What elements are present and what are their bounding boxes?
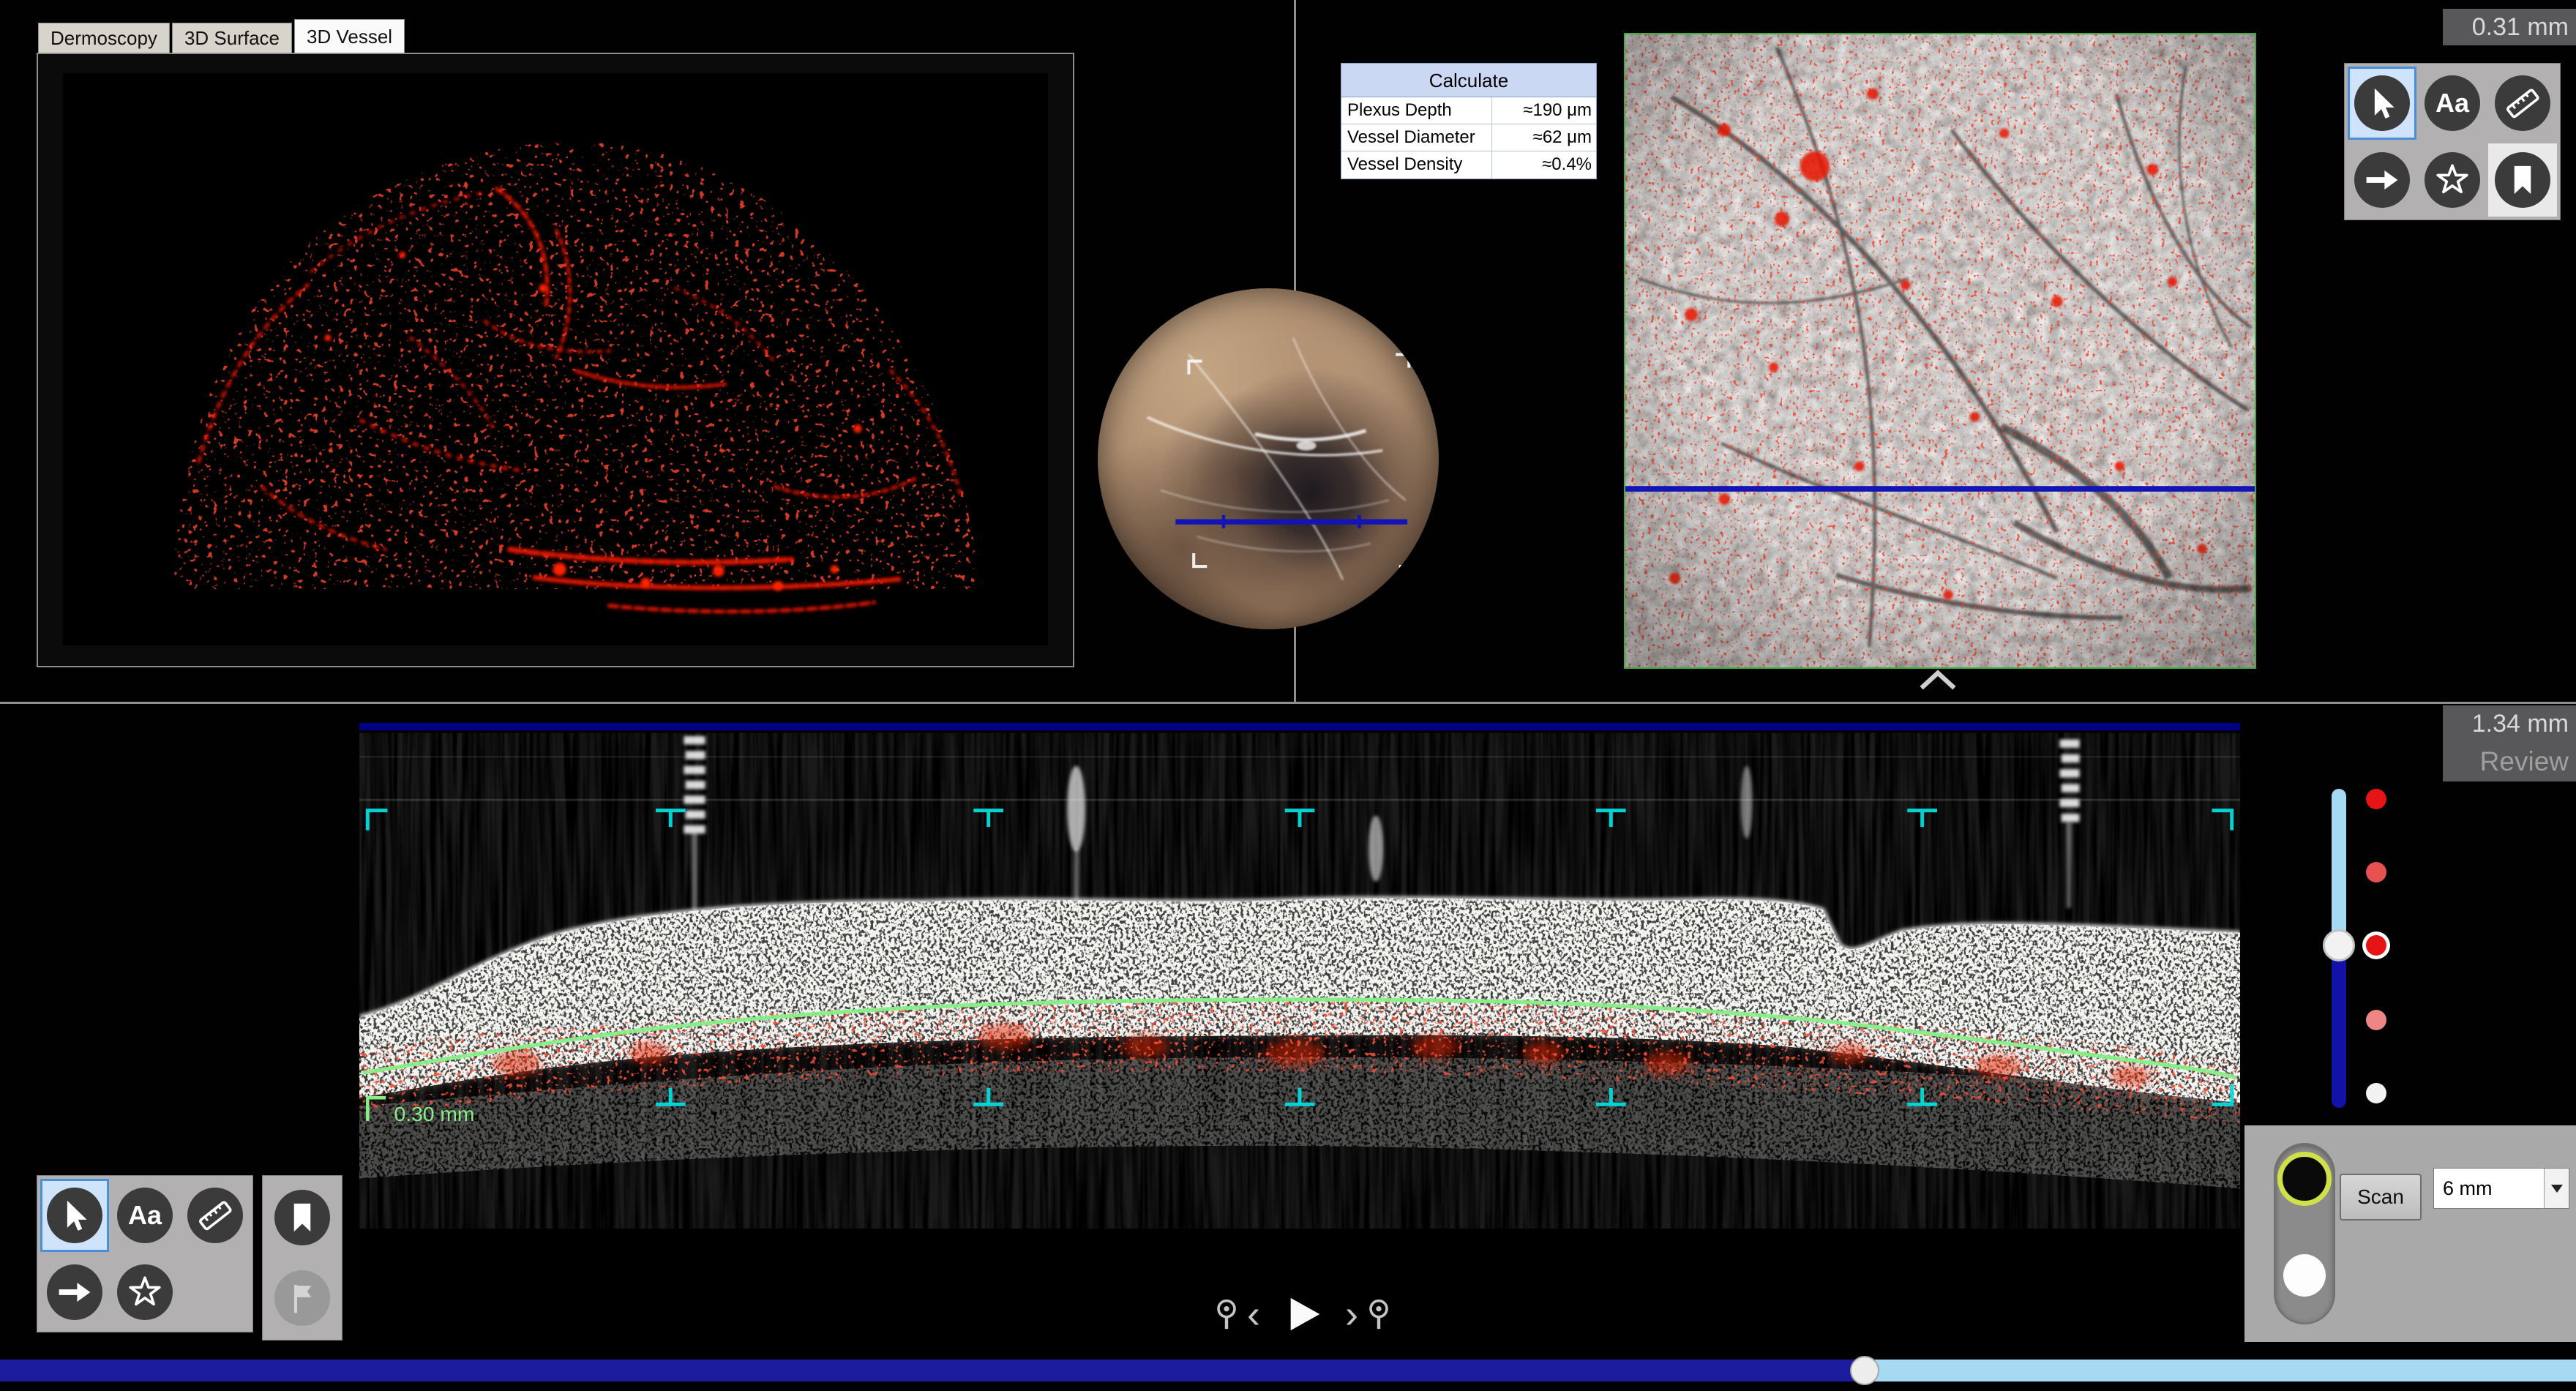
- prev-chevron: ‹: [1247, 1294, 1260, 1334]
- toolbar-spacer: [181, 1256, 250, 1329]
- enface-view[interactable]: [1624, 33, 2256, 669]
- collapse-panel-button[interactable]: [1917, 667, 1958, 692]
- tab-3d-surface[interactable]: 3D Surface: [172, 23, 292, 53]
- frame-marker-dot[interactable]: [2366, 935, 2386, 956]
- chevron-up-icon: [1917, 667, 1958, 692]
- arrow-annotation-button[interactable]: [40, 1256, 109, 1329]
- position-scrollbar-filled[interactable]: [0, 1360, 1865, 1381]
- bookmark-icon: [2495, 152, 2550, 208]
- star-tool-button[interactable]: [2418, 143, 2487, 217]
- next-chevron: ›: [1345, 1294, 1358, 1334]
- pointer-tool-button[interactable]: [2348, 67, 2416, 140]
- toggle-inactive-option[interactable]: [2283, 1254, 2326, 1297]
- table-row: Vessel Diameter ≈62 μm: [1341, 124, 1596, 151]
- enface-scan-line[interactable]: [1625, 486, 2255, 492]
- arrow-icon: [2354, 152, 2410, 208]
- measurement-table: Calculate Plexus Depth ≈190 μm Vessel Di…: [1341, 63, 1597, 179]
- enface-scale-label: 0.31 mm: [2443, 9, 2576, 45]
- text-annotation-icon: Aa: [2425, 75, 2480, 131]
- ruler-icon: [2495, 75, 2550, 131]
- oct-dermoscopy-workstation: { "colors": { "accent_selected": "#cfe4f…: [0, 0, 2576, 1391]
- scan-button[interactable]: Scan: [2340, 1174, 2422, 1221]
- star-icon: [2425, 152, 2480, 208]
- text-annotation-button[interactable]: Aa: [2418, 67, 2487, 140]
- ruler-tool-button[interactable]: [2488, 67, 2557, 140]
- table-row: Vessel Density ≈0.4%: [1341, 151, 1596, 179]
- pointer-icon: [47, 1188, 102, 1243]
- ruler-icon: [187, 1188, 243, 1243]
- star-icon: [117, 1264, 173, 1320]
- frame-slider-thumb[interactable]: [2323, 929, 2355, 961]
- dermoscopy-preview[interactable]: [1098, 288, 1439, 629]
- playback-controls: ‹ ›: [1171, 1285, 1434, 1343]
- text-annotation-icon: Aa: [117, 1188, 173, 1243]
- bscan-scale-label: 1.34 mm: [2443, 705, 2576, 742]
- metric-value: ≈62 μm: [1492, 124, 1596, 151]
- prev-marker-button[interactable]: ‹: [1210, 1294, 1260, 1334]
- flag-tool-button-disabled: [266, 1259, 339, 1337]
- pointer-tool-button[interactable]: [40, 1179, 109, 1252]
- bookmark-toolbar: [262, 1175, 342, 1341]
- bscan-toolbar: Aa: [37, 1175, 253, 1332]
- frame-marker-dot[interactable]: [2366, 789, 2386, 809]
- horizontal-divider: [0, 702, 2576, 704]
- bscan-view[interactable]: 0.30 mm: [359, 723, 2240, 1354]
- bookmark-tool-button[interactable]: [2488, 143, 2557, 217]
- pin-icon: [1363, 1295, 1395, 1333]
- table-row: Plexus Depth ≈190 μm: [1341, 97, 1596, 124]
- toggle-active-option[interactable]: [2277, 1152, 2332, 1206]
- scan-mode-toggle[interactable]: [2274, 1143, 2335, 1324]
- pointer-icon: [2354, 75, 2410, 131]
- dropdown-arrow-icon: [2551, 1185, 2563, 1193]
- next-marker-button[interactable]: ›: [1345, 1294, 1395, 1334]
- scan-length-select[interactable]: 6 mm: [2433, 1168, 2569, 1209]
- viewer-tab-strip: Dermoscopy 3D Surface 3D Vessel: [38, 19, 407, 53]
- frame-marker-dot[interactable]: [2366, 1010, 2386, 1030]
- frame-marker-dot[interactable]: [2366, 862, 2386, 882]
- dermoscopy-scan-line[interactable]: [1175, 515, 1407, 528]
- pin-icon: [1210, 1295, 1243, 1333]
- text-annotation-button[interactable]: Aa: [111, 1179, 179, 1252]
- depth-scale-label: 0.30 mm: [394, 1102, 475, 1125]
- vessel-3d-view[interactable]: [63, 73, 1048, 645]
- bookmark-tool-button[interactable]: [266, 1179, 339, 1256]
- star-tool-button[interactable]: [111, 1256, 179, 1329]
- bookmark-icon: [274, 1190, 330, 1245]
- tab-dermoscopy[interactable]: Dermoscopy: [38, 23, 170, 53]
- metric-value: ≈190 μm: [1492, 97, 1596, 124]
- fov-corner-markers: [1188, 354, 1412, 566]
- hair-glare-strokes: [1147, 338, 1406, 580]
- play-button[interactable]: [1282, 1294, 1323, 1335]
- metric-value: ≈0.4%: [1492, 151, 1596, 179]
- scan-length-value: 6 mm: [2443, 1177, 2493, 1200]
- dropdown-button[interactable]: [2544, 1169, 2569, 1208]
- flag-icon: [274, 1270, 330, 1326]
- enface-toolbar: Aa: [2344, 63, 2561, 220]
- scan-control-panel: Scan 6 mm: [2244, 1125, 2576, 1342]
- metric-label: Vessel Diameter: [1341, 124, 1492, 151]
- position-scrollbar-remaining[interactable]: [1865, 1360, 2576, 1381]
- tab-3d-vessel[interactable]: 3D Vessel: [294, 19, 405, 53]
- arrow-annotation-button[interactable]: [2348, 143, 2416, 217]
- position-scrollbar-thumb[interactable]: [1850, 1356, 1879, 1385]
- calculate-button[interactable]: Calculate: [1341, 64, 1596, 97]
- frame-marker-dot[interactable]: [2366, 1083, 2386, 1103]
- review-mode-badge: Review: [2443, 742, 2576, 781]
- metric-label: Plexus Depth: [1341, 97, 1492, 124]
- ruler-tool-button[interactable]: [181, 1179, 250, 1252]
- arrow-icon: [47, 1264, 102, 1320]
- metric-label: Vessel Density: [1341, 151, 1492, 179]
- play-icon: [1282, 1294, 1323, 1335]
